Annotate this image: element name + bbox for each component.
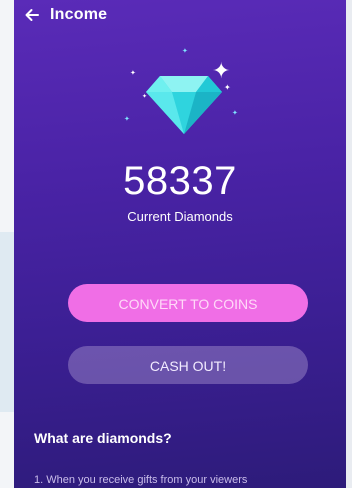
- page-title: Income: [50, 6, 108, 23]
- sparkle-icon: ✦: [232, 110, 238, 117]
- arrow-left-icon[interactable]: [24, 7, 40, 23]
- sparkle-icon: ✦: [212, 58, 231, 83]
- sparkle-icon: ✦: [130, 70, 136, 77]
- income-screen: Income ✦ ✦ ✦ ✦ ✦ ✦ ✦ 58337 Current Diamo…: [14, 0, 346, 488]
- cash-out-button[interactable]: CASH OUT!: [68, 346, 308, 384]
- right-background: [346, 0, 352, 488]
- faq-heading: What are diamonds?: [34, 430, 172, 446]
- diamond-count-label: Current Diamonds: [127, 209, 233, 224]
- diamond-graphic: ✦ ✦ ✦ ✦ ✦ ✦ ✦: [124, 46, 244, 142]
- left-background-band: [0, 232, 14, 412]
- sparkle-icon: ✦: [124, 116, 130, 123]
- sparkle-icon: ✦: [182, 48, 188, 55]
- convert-to-coins-button[interactable]: CONVERT TO COINS: [68, 284, 308, 322]
- header: Income: [24, 4, 107, 26]
- sparkle-icon: ✦: [224, 83, 231, 92]
- faq-item: 1. When you receive gifts from your view…: [34, 474, 248, 486]
- sparkle-icon: ✦: [142, 94, 148, 100]
- diamond-count: 58337: [123, 159, 237, 203]
